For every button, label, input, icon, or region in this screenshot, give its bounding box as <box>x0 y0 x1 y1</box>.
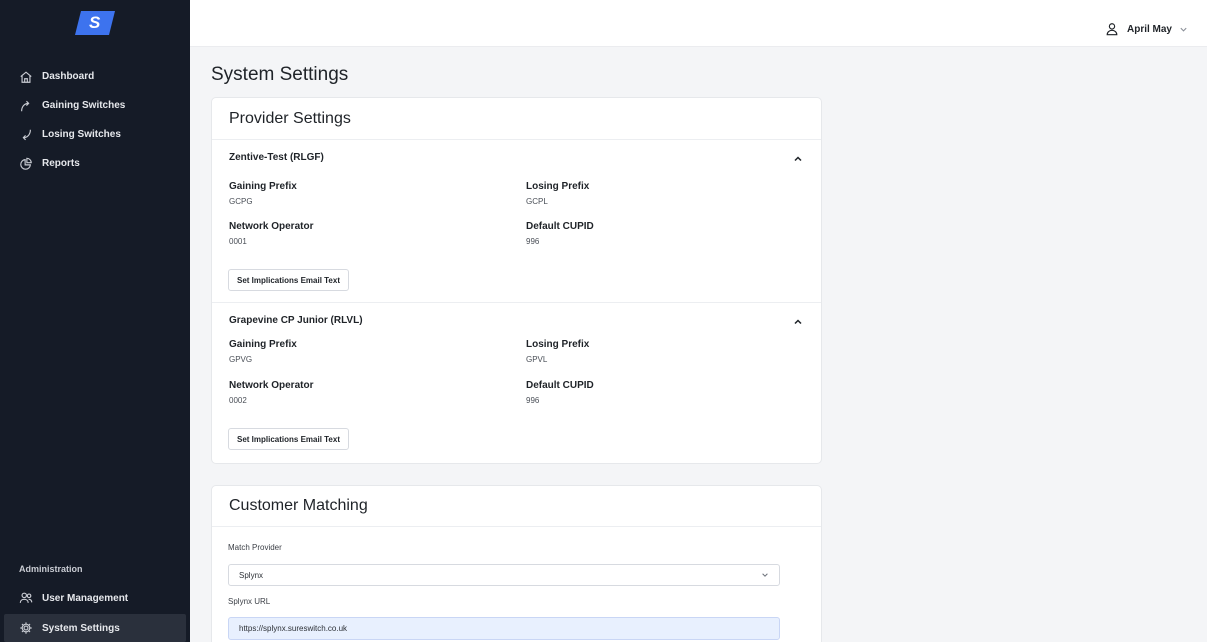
sidebar-item-gaining-switches[interactable]: Gaining Switches <box>0 91 190 120</box>
gaining-prefix-field: Gaining Prefix GCPG <box>229 181 297 206</box>
sidebar-item-system-settings[interactable]: System Settings <box>4 614 186 642</box>
chevron-up-icon[interactable] <box>793 154 803 164</box>
sidebar-item-reports[interactable]: Reports <box>0 149 190 178</box>
provider-panel: Grapevine CP Junior (RLVL) Gaining Prefi… <box>212 303 821 463</box>
network-operator-field: Network Operator 0002 <box>229 380 313 405</box>
logo-letter: S <box>89 13 101 32</box>
logo-mark: S <box>75 11 115 35</box>
sidebar-item-label: Dashboard <box>42 71 95 82</box>
network-operator-field: Network Operator 0001 <box>229 221 313 246</box>
field-value: GCPL <box>526 197 548 206</box>
match-provider-label: Match Provider <box>228 543 282 552</box>
field-label: Gaining Prefix <box>229 339 297 350</box>
match-provider-select[interactable]: Splynx <box>228 564 780 586</box>
default-cupid-field: Default CUPID 996 <box>526 380 594 405</box>
field-value: GPVL <box>526 355 548 364</box>
default-cupid-field: Default CUPID 996 <box>526 221 594 246</box>
field-label: Gaining Prefix <box>229 181 297 192</box>
top-bar: April May <box>190 0 1207 47</box>
page-title: System Settings <box>211 64 349 85</box>
field-value: GPVG <box>229 355 253 364</box>
field-value: 996 <box>526 396 540 405</box>
splynx-url-label: Splynx URL <box>228 597 271 606</box>
field-value: 996 <box>526 237 540 246</box>
user-menu[interactable]: April May <box>1105 22 1188 36</box>
sidebar: S Dashboard Gaining Switches Losing Swit… <box>0 0 190 642</box>
field-value: 0002 <box>229 396 247 405</box>
logo[interactable]: S <box>0 0 190 46</box>
gear-icon <box>19 621 33 635</box>
chevron-down-icon <box>761 571 769 579</box>
field-value: 0001 <box>229 237 247 246</box>
main-nav: Dashboard Gaining Switches Losing Switch… <box>0 62 190 178</box>
sidebar-item-label: User Management <box>42 592 129 604</box>
users-icon <box>19 591 33 605</box>
field-label: Network Operator <box>229 380 314 391</box>
gaining-prefix-field: Gaining Prefix GPVG <box>229 339 297 364</box>
user-name: April May <box>1126 23 1172 35</box>
provider-name[interactable]: Zentive-Test (RLGF) <box>229 152 324 163</box>
splynx-url-input[interactable]: https://splynx.sureswitch.co.uk <box>228 617 780 640</box>
customer-matching-card: Customer Matching Match Provider Splynx … <box>211 485 822 642</box>
card-title: Provider Settings <box>212 98 821 140</box>
provider-panel: Zentive-Test (RLGF) Gaining Prefix GCPG … <box>212 140 821 303</box>
sidebar-item-label: Reports <box>42 158 80 169</box>
losing-prefix-field: Losing Prefix GCPL <box>526 181 589 206</box>
chevron-down-icon <box>1172 25 1188 34</box>
sidebar-item-label: System Settings <box>42 622 120 634</box>
select-value: Splynx <box>239 570 264 580</box>
set-implications-email-button[interactable]: Set Implications Email Text <box>228 269 349 291</box>
field-value: GCPG <box>229 197 253 206</box>
provider-settings-card: Provider Settings Zentive-Test (RLGF) Ga… <box>211 97 822 464</box>
sidebar-item-user-management[interactable]: User Management <box>0 584 190 612</box>
provider-name[interactable]: Grapevine CP Junior (RLVL) <box>229 315 363 326</box>
set-implications-email-button[interactable]: Set Implications Email Text <box>228 428 349 450</box>
input-value: https://splynx.sureswitch.co.uk <box>239 624 348 633</box>
field-label: Losing Prefix <box>526 181 590 192</box>
sidebar-item-label: Losing Switches <box>42 129 121 140</box>
chevron-up-icon[interactable] <box>793 317 803 327</box>
field-label: Default CUPID <box>526 380 594 391</box>
user-icon <box>1105 22 1127 36</box>
field-label: Default CUPID <box>526 221 594 232</box>
admin-section-title: Administration <box>19 564 83 574</box>
sidebar-item-losing-switches[interactable]: Losing Switches <box>0 120 190 149</box>
admin-nav: Administration User Management System Se… <box>0 564 190 642</box>
losing-prefix-field: Losing Prefix GPVL <box>526 339 589 364</box>
arrow-up-curve-icon <box>19 99 33 113</box>
field-label: Losing Prefix <box>526 339 590 350</box>
arrow-down-curve-icon <box>19 128 33 142</box>
sidebar-item-label: Gaining Switches <box>42 100 126 111</box>
field-label: Network Operator <box>229 221 314 232</box>
card-title: Customer Matching <box>212 486 821 527</box>
home-icon <box>19 70 33 84</box>
sidebar-item-dashboard[interactable]: Dashboard <box>0 62 190 91</box>
pie-chart-icon <box>19 157 33 171</box>
